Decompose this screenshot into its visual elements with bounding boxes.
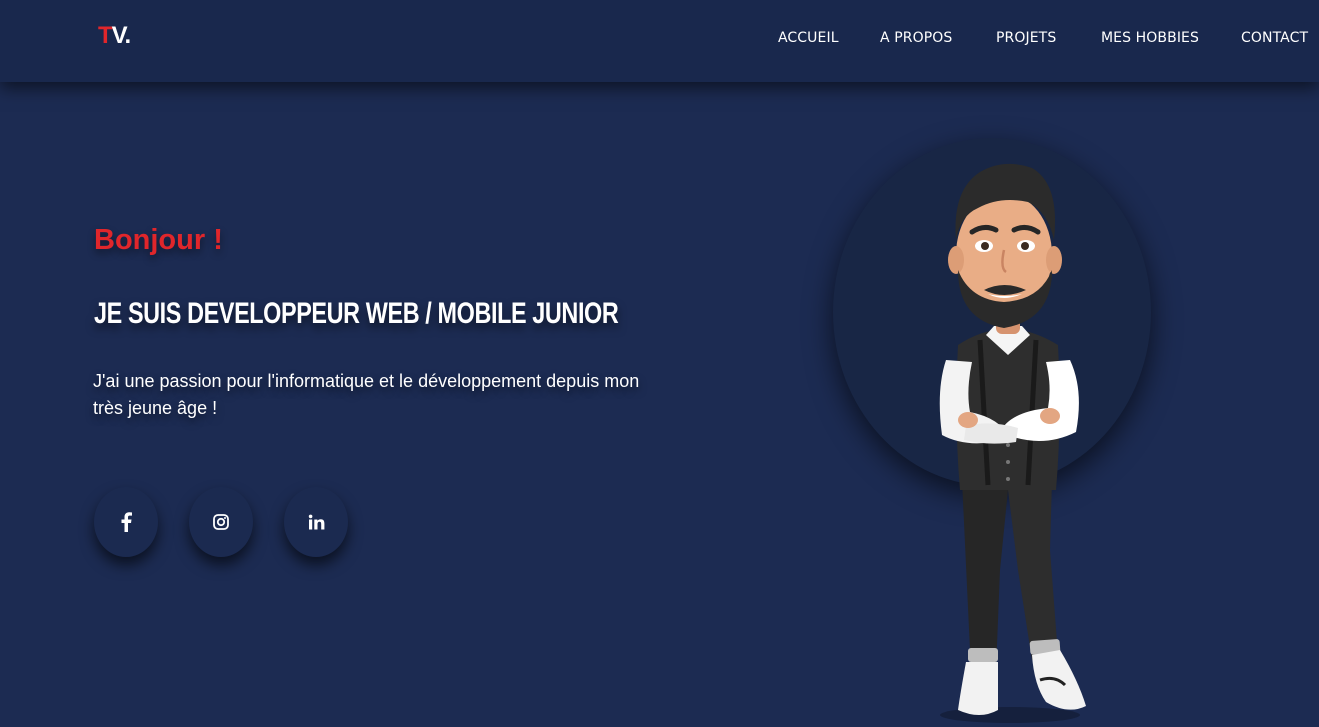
instagram-icon: [213, 514, 229, 530]
nav-menu: ACCUEIL A PROPOS PROJETS MES HOBBIES CON…: [0, 30, 1319, 50]
nav-link-a-propos[interactable]: A PROPOS: [880, 30, 952, 46]
avatar-illustration: [939, 163, 1086, 723]
page: TV. ACCUEIL A PROPOS PROJETS MES HOBBIES…: [0, 0, 1319, 727]
navbar: TV. ACCUEIL A PROPOS PROJETS MES HOBBIES…: [0, 0, 1319, 82]
nav-link-accueil[interactable]: ACCUEIL: [778, 30, 839, 46]
hero-headline: JE SUIS DEVELOPPEUR WEB / MOBILE JUNIOR: [94, 297, 619, 330]
hero-intro: J'ai une passion pour l'informatique et …: [93, 371, 640, 418]
linkedin-icon: [308, 514, 324, 529]
linkedin-button[interactable]: [284, 487, 348, 557]
instagram-button[interactable]: [189, 487, 253, 557]
facebook-icon: [121, 512, 132, 532]
nav-link-contact[interactable]: CONTACT: [1241, 30, 1308, 46]
hero-greeting: Bonjour !: [94, 224, 223, 256]
facebook-button[interactable]: [94, 487, 158, 557]
nav-link-projets[interactable]: PROJETS: [996, 30, 1056, 46]
nav-link-mes-hobbies[interactable]: MES HOBBIES: [1101, 30, 1199, 46]
